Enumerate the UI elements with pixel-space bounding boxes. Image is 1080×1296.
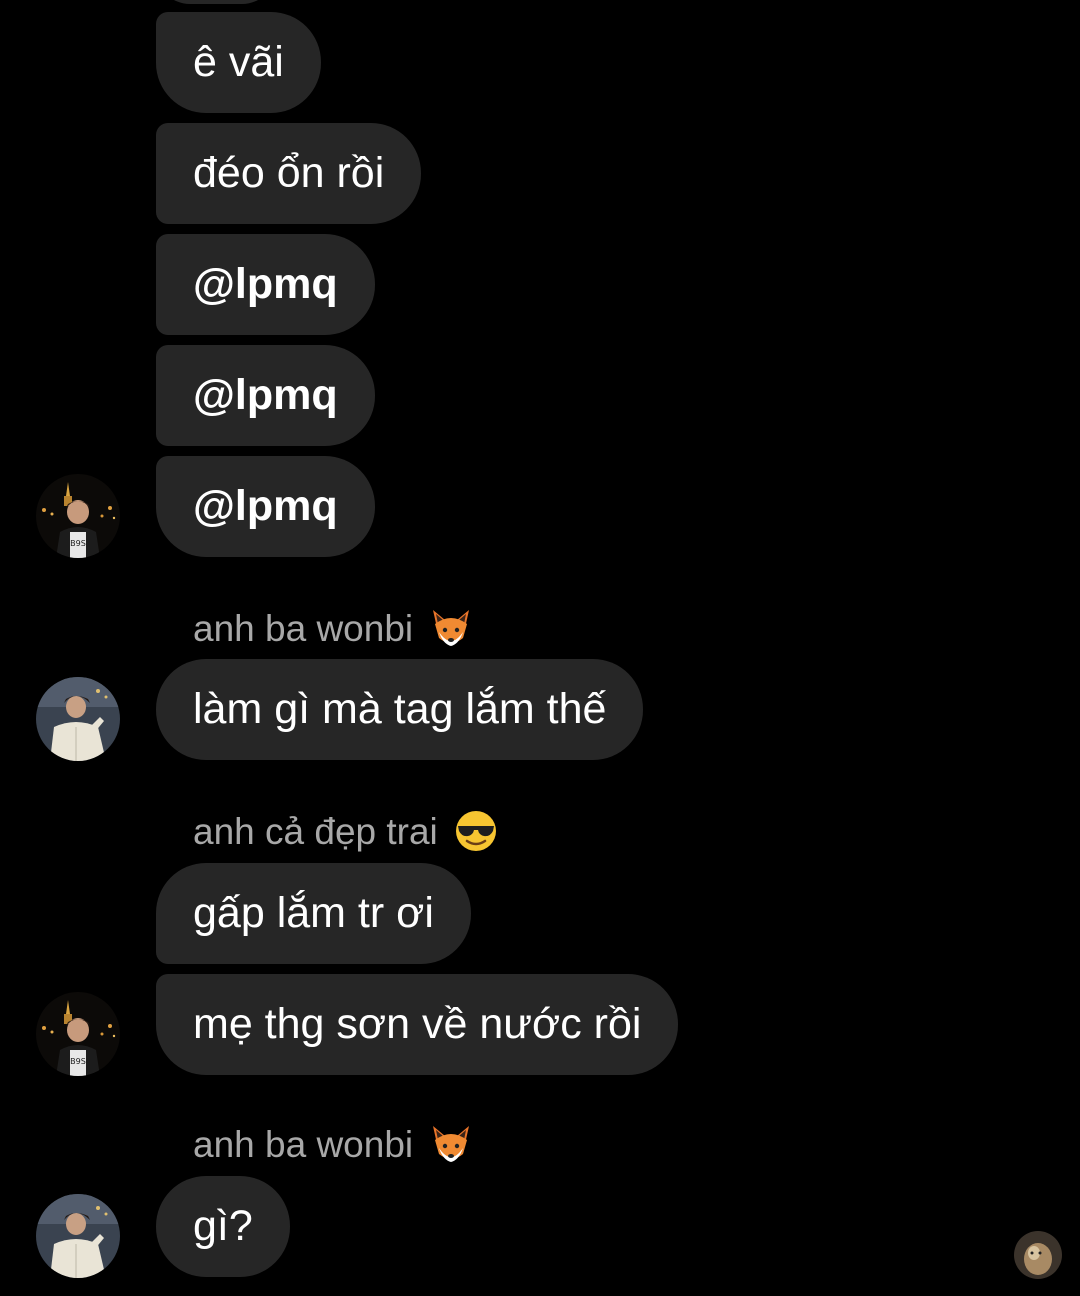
message-text: gì? (193, 1202, 253, 1250)
message-text: mẹ thg sơn về nước rồi (193, 1000, 642, 1048)
mention-bubble[interactable]: @lpmq (156, 234, 375, 335)
sender-name: anh ba wonbi (193, 1120, 473, 1170)
sender-avatar-night[interactable]: B9S (36, 474, 120, 558)
mention-text[interactable]: @lpmq (193, 371, 338, 419)
seen-by-avatar[interactable] (1014, 1231, 1062, 1279)
fox-icon (429, 1122, 473, 1166)
message-text: đéo ổn rồi (193, 149, 385, 197)
mention-bubble[interactable]: @lpmq (156, 456, 375, 557)
sender-avatar-night[interactable]: B9S (36, 992, 120, 1076)
message-text: làm gì mà tag lắm thế (193, 685, 607, 733)
previous-message-bubble[interactable] (156, 0, 276, 4)
mention-text[interactable]: @lpmq (193, 260, 338, 308)
sender-avatar-wonbi[interactable] (36, 1194, 120, 1278)
sender-name-text: anh ba wonbi (193, 608, 414, 649)
sender-name-text: anh ba wonbi (193, 1124, 414, 1165)
message-bubble[interactable]: mẹ thg sơn về nước rồi (156, 974, 679, 1075)
sender-name-text: anh cả đẹp trai (193, 811, 438, 852)
sender-name: anh ba wonbi (193, 604, 473, 654)
svg-text:B9S: B9S (70, 1057, 86, 1066)
sender-name: anh cả đẹp trai (193, 807, 498, 857)
sunglasses-face-icon (454, 809, 498, 853)
sender-avatar-wonbi[interactable] (36, 677, 120, 761)
message-bubble[interactable]: làm gì mà tag lắm thế (156, 659, 644, 760)
message-bubble[interactable]: gì? (156, 1176, 290, 1277)
svg-text:B9S: B9S (70, 539, 86, 548)
fox-icon (429, 606, 473, 650)
message-bubble[interactable]: đéo ổn rồi (156, 123, 422, 224)
mention-bubble[interactable]: @lpmq (156, 345, 375, 446)
message-bubble[interactable]: ê vãi (156, 12, 321, 113)
message-bubble[interactable]: gấp lắm tr ơi (156, 863, 471, 964)
message-text: ê vãi (193, 38, 284, 86)
message-text: gấp lắm tr ơi (193, 889, 434, 937)
mention-text[interactable]: @lpmq (193, 482, 338, 530)
